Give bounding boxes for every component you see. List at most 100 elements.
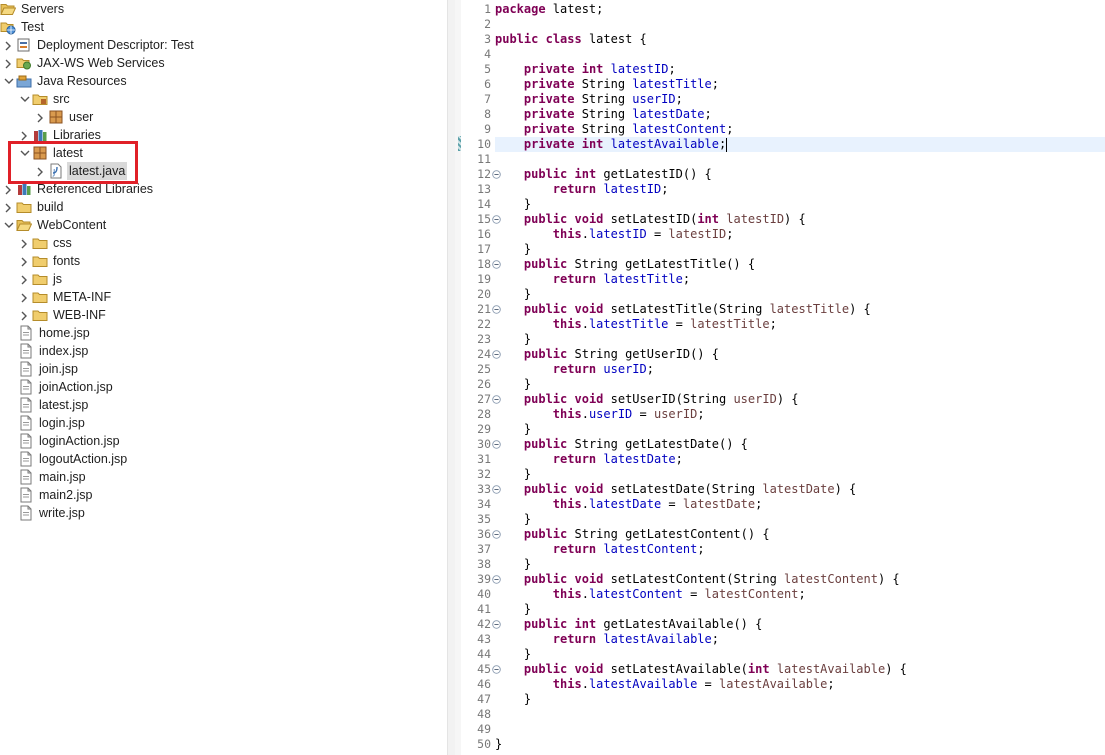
code-line[interactable]: } <box>495 647 1105 662</box>
code-line[interactable]: public int getLatestAvailable() { <box>495 617 1105 632</box>
code-line[interactable]: } <box>495 422 1105 437</box>
tree-item-logoutaction-jsp[interactable]: logoutAction.jsp <box>18 450 129 468</box>
tree-item-js[interactable]: js <box>18 270 64 288</box>
chevron-right-icon[interactable] <box>2 36 16 54</box>
chevron-right-icon[interactable] <box>18 306 32 324</box>
chevron-right-icon[interactable] <box>18 270 32 288</box>
chevron-right-icon[interactable] <box>34 108 48 126</box>
fold-collapse-icon[interactable] <box>491 482 501 497</box>
fold-collapse-icon[interactable] <box>491 437 501 452</box>
code-line[interactable]: return latestContent; <box>495 542 1105 557</box>
tree-item-latest-jsp[interactable]: latest.jsp <box>18 396 90 414</box>
code-line[interactable]: private String latestDate; <box>495 107 1105 122</box>
code-line[interactable]: } <box>495 287 1105 302</box>
code-line[interactable]: this.latestTitle = latestTitle; <box>495 317 1105 332</box>
java-editor[interactable]: 1 2 3 4 5 6 7 8 9 10 11 12 13 14 15 16 17 18 19 20 21 22 23 24 2… <box>455 0 1105 755</box>
tree-item-webcontent[interactable]: WebContent <box>2 216 108 234</box>
code-line[interactable]: private int latestID; <box>495 62 1105 77</box>
tree-item-meta-inf[interactable]: META-INF <box>18 288 113 306</box>
tree-item-write-jsp[interactable]: write.jsp <box>18 504 87 522</box>
code-line[interactable]: this.latestDate = latestDate; <box>495 497 1105 512</box>
code-line[interactable] <box>495 47 1105 62</box>
fold-collapse-icon[interactable] <box>491 662 501 677</box>
tree-item-build[interactable]: build <box>2 198 65 216</box>
code-line[interactable] <box>495 707 1105 722</box>
tree-item-jax-ws-web-services[interactable]: JAX-WS Web Services <box>2 54 167 72</box>
tree-item-join-jsp[interactable]: join.jsp <box>18 360 80 378</box>
code-line[interactable]: private String userID; <box>495 92 1105 107</box>
code-line[interactable]: } <box>495 467 1105 482</box>
code-line[interactable]: this.latestID = latestID; <box>495 227 1105 242</box>
code-line[interactable]: } <box>495 557 1105 572</box>
code-line[interactable]: return latestAvailable; <box>495 632 1105 647</box>
tree-item-java-resources[interactable]: Java Resources <box>2 72 129 90</box>
chevron-right-icon[interactable] <box>2 198 16 216</box>
chevron-right-icon[interactable] <box>18 234 32 252</box>
code-line[interactable]: public String getUserID() { <box>495 347 1105 362</box>
chevron-right-icon[interactable] <box>18 288 32 306</box>
code-line[interactable]: public class latest { <box>495 32 1105 47</box>
code-line[interactable] <box>495 17 1105 32</box>
code-line[interactable] <box>495 722 1105 737</box>
code-line[interactable]: public void setUserID(String userID) { <box>495 392 1105 407</box>
tree-item-joinaction-jsp[interactable]: joinAction.jsp <box>18 378 115 396</box>
code-line[interactable]: public void setLatestContent(String late… <box>495 572 1105 587</box>
code-line[interactable]: } <box>495 197 1105 212</box>
code-line[interactable]: } <box>495 377 1105 392</box>
code-line[interactable]: } <box>495 602 1105 617</box>
current-code-line[interactable]: private int latestAvailable; <box>495 137 1105 152</box>
fold-collapse-icon[interactable] <box>491 617 501 632</box>
code-line[interactable]: this.latestAvailable = latestAvailable; <box>495 677 1105 692</box>
code-line[interactable]: } <box>495 512 1105 527</box>
tree-item-main-jsp[interactable]: main.jsp <box>18 468 88 486</box>
tree-item-index-jsp[interactable]: index.jsp <box>18 342 90 360</box>
code-line[interactable]: package latest; <box>495 2 1105 17</box>
tree-item-home-jsp[interactable]: home.jsp <box>18 324 92 342</box>
tree-item-fonts[interactable]: fonts <box>18 252 82 270</box>
chevron-right-icon[interactable] <box>18 252 32 270</box>
tree-item-loginaction-jsp[interactable]: loginAction.jsp <box>18 432 122 450</box>
tree-item-src[interactable]: src <box>18 90 72 108</box>
tree-item-web-inf[interactable]: WEB-INF <box>18 306 108 324</box>
code-line[interactable]: private String latestContent; <box>495 122 1105 137</box>
tree-item-main2-jsp[interactable]: main2.jsp <box>18 486 95 504</box>
fold-collapse-icon[interactable] <box>491 347 501 362</box>
code-line[interactable]: public String getLatestDate() { <box>495 437 1105 452</box>
code-line[interactable]: } <box>495 242 1105 257</box>
fold-collapse-icon[interactable] <box>491 212 501 227</box>
code-line[interactable]: return latestDate; <box>495 452 1105 467</box>
code-line[interactable] <box>495 152 1105 167</box>
fold-collapse-icon[interactable] <box>491 527 501 542</box>
chevron-down-icon[interactable] <box>2 216 16 234</box>
code-line[interactable]: this.userID = userID; <box>495 407 1105 422</box>
fold-collapse-icon[interactable] <box>491 572 501 587</box>
tree-item-test[interactable]: Test <box>0 18 46 36</box>
code-line[interactable]: private String latestTitle; <box>495 77 1105 92</box>
fold-collapse-icon[interactable] <box>491 257 501 272</box>
code-line[interactable]: return latestTitle; <box>495 272 1105 287</box>
code-line[interactable]: public String getLatestContent() { <box>495 527 1105 542</box>
chevron-down-icon[interactable] <box>18 90 32 108</box>
fold-collapse-icon[interactable] <box>491 392 501 407</box>
chevron-down-icon[interactable] <box>2 72 16 90</box>
code-line[interactable]: public void setLatestID(int latestID) { <box>495 212 1105 227</box>
code-line[interactable]: public void setLatestAvailable(int lates… <box>495 662 1105 677</box>
code-line[interactable]: } <box>495 332 1105 347</box>
code-line[interactable]: public int getLatestID() { <box>495 167 1105 182</box>
code-line[interactable]: } <box>495 737 1105 752</box>
code-line[interactable]: this.latestContent = latestContent; <box>495 587 1105 602</box>
chevron-right-icon[interactable] <box>2 54 16 72</box>
code-line[interactable]: return latestID; <box>495 182 1105 197</box>
code-line[interactable]: public void setLatestTitle(String latest… <box>495 302 1105 317</box>
tree-item-css[interactable]: css <box>18 234 74 252</box>
code-line[interactable]: return userID; <box>495 362 1105 377</box>
tree-item-deployment-descriptor-test[interactable]: Deployment Descriptor: Test <box>2 36 196 54</box>
code-line[interactable]: } <box>495 692 1105 707</box>
panel-divider[interactable] <box>447 0 455 755</box>
tree-item-user[interactable]: user <box>34 108 95 126</box>
code-line[interactable]: public void setLatestDate(String latestD… <box>495 482 1105 497</box>
fold-collapse-icon[interactable] <box>491 302 501 317</box>
code-line[interactable]: public String getLatestTitle() { <box>495 257 1105 272</box>
tree-item-login-jsp[interactable]: login.jsp <box>18 414 87 432</box>
tree-item-servers[interactable]: Servers <box>0 0 66 18</box>
